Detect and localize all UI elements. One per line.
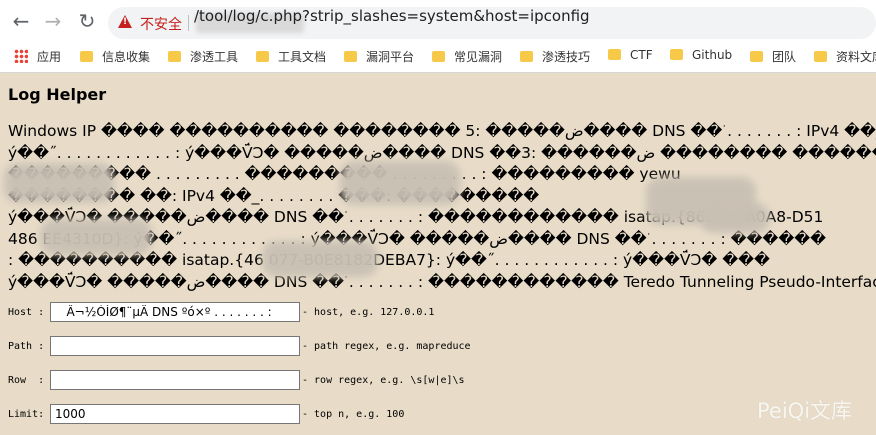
redaction-blur xyxy=(262,241,378,277)
browser-chrome: ← → ↻ ! 不安全 /tool/log/c.php?strip_slashe… xyxy=(0,0,876,73)
bookmark-label: CTF xyxy=(630,48,653,62)
back-arrow-icon[interactable]: ← xyxy=(9,9,33,33)
bookmark-label: 工具文档 xyxy=(278,50,327,64)
page-content: Log Helper Windows IP ���� ���������� ��… xyxy=(0,73,876,435)
row-input[interactable] xyxy=(50,370,300,390)
folder-icon xyxy=(670,49,683,60)
folder-icon xyxy=(344,51,357,62)
watermark: PeiQi文库 xyxy=(757,399,853,423)
bookmark-item[interactable]: 资料文库 xyxy=(814,48,876,66)
folder-icon xyxy=(432,51,445,62)
bookmark-label: 漏洞平台 xyxy=(366,50,415,64)
limit-hint: - top n, e.g. 100 xyxy=(302,409,405,420)
address-separator xyxy=(188,15,189,31)
path-label: Path : xyxy=(8,341,45,352)
output-line: ý���V̈́Ͻ� �����ض���� DNS ��ׂ . . . . . .… xyxy=(8,272,876,291)
limit-label: Limit: xyxy=(8,409,45,420)
folder-icon xyxy=(168,51,181,62)
forward-arrow-icon[interactable]: → xyxy=(41,9,65,33)
bookmark-item[interactable]: 常见漏洞 xyxy=(432,48,502,66)
url-text[interactable]: /tool/log/c.php?strip_slashes=system&hos… xyxy=(194,7,590,25)
redaction-blur xyxy=(40,219,152,255)
bookmark-label: Github xyxy=(692,48,733,62)
bookmark-item[interactable]: 团队 xyxy=(750,48,796,66)
host-hint: - host, e.g. 127.0.0.1 xyxy=(302,307,435,318)
folder-icon xyxy=(814,51,827,62)
bookmark-item[interactable]: 信息收集 xyxy=(80,48,150,66)
folder-icon xyxy=(520,51,533,62)
warning-exclamation: ! xyxy=(123,17,128,27)
path-hint: - path regex, e.g. mapreduce xyxy=(302,341,471,352)
bookmark-label: 常见漏洞 xyxy=(454,50,503,64)
bookmark-label: 渗透技巧 xyxy=(542,50,591,64)
reload-icon[interactable]: ↻ xyxy=(75,9,99,33)
apps-grid-icon xyxy=(14,49,28,63)
folder-icon xyxy=(80,51,93,62)
bookmark-apps[interactable]: 应用 xyxy=(14,48,61,66)
host-label: Host : xyxy=(8,307,45,318)
row-hint: - row regex, e.g. \s[w|e]\s xyxy=(302,375,465,386)
bookmark-label: 渗透工具 xyxy=(190,50,239,64)
path-input[interactable] xyxy=(50,336,300,356)
row-label: Row : xyxy=(8,375,45,386)
bookmark-label: 信息收集 xyxy=(102,50,151,64)
bookmark-item[interactable]: Github xyxy=(670,48,732,66)
bookmark-item[interactable]: 漏洞平台 xyxy=(344,48,414,66)
folder-icon xyxy=(256,51,269,62)
output-line: Windows IP ���� ���������� �������� 5: �… xyxy=(8,122,876,140)
insecure-label[interactable]: 不安全 xyxy=(140,14,182,34)
folder-icon xyxy=(608,49,621,60)
browser-toolbar: ← → ↻ ! 不安全 /tool/log/c.php?strip_slashe… xyxy=(0,0,876,42)
bookmark-label: 团队 xyxy=(772,50,797,64)
page-title: Log Helper xyxy=(8,85,107,104)
host-input[interactable] xyxy=(50,302,300,322)
bookmark-item[interactable]: 渗透工具 xyxy=(168,48,238,66)
limit-input[interactable] xyxy=(50,404,300,424)
bookmark-item[interactable]: 渗透技巧 xyxy=(520,48,590,66)
bookmarks-bar: 应用 信息收集 渗透工具 工具文档 漏洞平台 常见漏洞 渗透技巧 CTF Git… xyxy=(0,42,876,72)
bookmark-item[interactable]: 工具文档 xyxy=(256,48,326,66)
folder-icon xyxy=(750,51,763,62)
redaction-blur xyxy=(340,161,460,205)
redaction-blur xyxy=(4,163,114,203)
bookmark-label: 资料文库 xyxy=(836,50,876,64)
bookmark-item[interactable]: CTF xyxy=(608,48,653,66)
bookmark-label: 应用 xyxy=(37,50,62,64)
redaction-blur xyxy=(700,203,770,233)
